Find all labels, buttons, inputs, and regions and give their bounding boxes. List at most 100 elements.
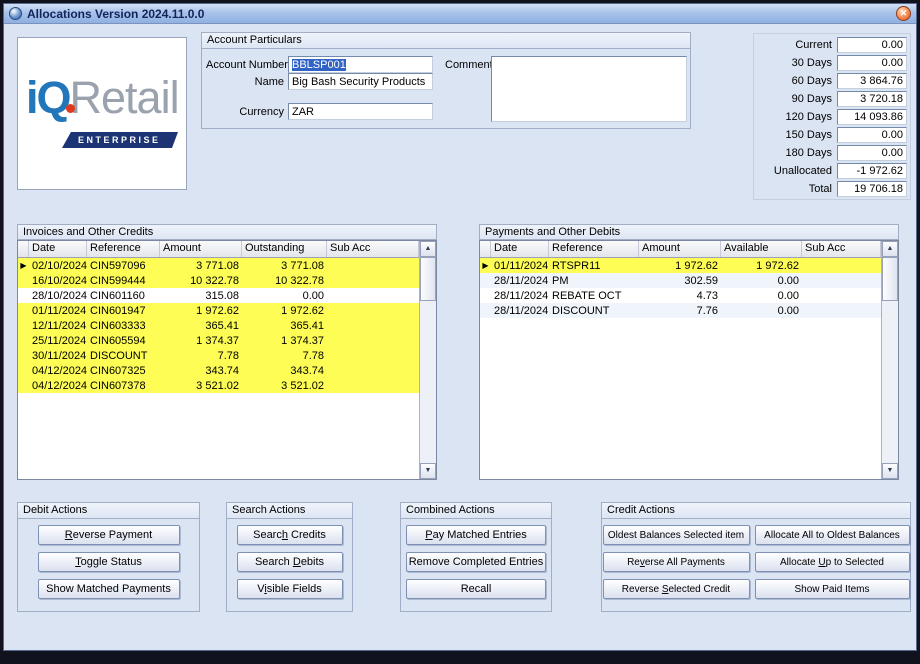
cell-reference: CIN601947 — [90, 304, 146, 317]
reverse-selected-credit-button[interactable]: Reverse Selected Credit — [602, 579, 750, 599]
comments-input[interactable] — [491, 56, 687, 122]
column-header-amount[interactable]: Amount — [160, 241, 242, 257]
cell-reference: CIN607325 — [90, 364, 146, 377]
grid-row-discount[interactable]: 30/11/2024 DISCOUNT 7.78 7.78 — [18, 348, 419, 363]
cell-reference: CIN601160 — [90, 289, 145, 302]
aging-row-30-days: 30 Days 0.00 — [756, 54, 908, 72]
cell-date: 30/11/2024 — [32, 349, 87, 362]
title-bar[interactable]: Allocations Version 2024.11.0.0 ✕ — [4, 4, 916, 24]
aging-value-120-days: 14 093.86 — [837, 109, 907, 125]
cell-outstanding: 3 521.02 — [281, 379, 324, 392]
credits-grid-caption: Invoices and Other Credits — [17, 224, 437, 240]
grid-row-cin603333[interactable]: 12/11/2024 CIN603333 365.41 365.41 — [18, 318, 419, 333]
close-button[interactable]: ✕ — [896, 6, 911, 21]
cell-outstanding: 1 374.37 — [281, 334, 324, 347]
show-matched-payments-button[interactable]: Show Matched Payments — [37, 579, 180, 599]
cell-amount: 1 972.62 — [196, 304, 239, 317]
scroll-up-icon[interactable]: ▲ — [420, 241, 436, 257]
scroll-down-icon[interactable]: ▼ — [882, 463, 898, 479]
column-header-date[interactable]: Date — [491, 241, 549, 257]
group-debit-actions: Debit Actions Reverse Payment Toggle Statu… — [17, 502, 200, 612]
grid-row-discount[interactable]: 28/11/2024 DISCOUNT 7.76 0.00 — [480, 303, 881, 318]
aging-label-30-days: 30 Days — [791, 57, 832, 69]
grid-row-cin597096[interactable]: ▶ 02/10/2024 CIN597096 3 771.08 3 771.08 — [18, 258, 419, 273]
aging-value-90-days: 3 720.18 — [837, 91, 907, 107]
group-caption-debit-actions: Debit Actions — [18, 503, 199, 519]
debits-grid: Date Reference Amount Available Sub Acc ▶ 01/… — [479, 240, 899, 480]
current-row-marker-icon: ▶ — [20, 261, 27, 270]
grid-row-rtspr11[interactable]: ▶ 01/11/2024 RTSPR11 1 972.62 1 972.62 — [480, 258, 881, 273]
cell-amount: 10 322.78 — [190, 274, 239, 287]
cell-amount: 315.08 — [205, 289, 239, 302]
cell-amount: 343.74 — [205, 364, 239, 377]
grid-row-pm[interactable]: 28/11/2024 PM 302.59 0.00 — [480, 273, 881, 288]
aging-value-150-days: 0.00 — [837, 127, 907, 143]
aging-value-current: 0.00 — [837, 37, 907, 53]
cell-amount: 1 972.62 — [675, 259, 718, 272]
cell-date: 01/11/2024 — [494, 259, 549, 272]
debits-scrollbar[interactable]: ▲ ▼ — [881, 241, 898, 479]
account-number-value: BBLSP001 — [292, 59, 346, 71]
search-debits-button[interactable]: Search Debits — [236, 552, 343, 572]
search-credits-button[interactable]: Search Credits — [236, 525, 343, 545]
cell-date: 28/10/2024 — [32, 289, 87, 302]
grid-row-cin607378[interactable]: 04/12/2024 CIN607378 3 521.02 3 521.02 — [18, 378, 419, 393]
aging-label-unallocated: Unallocated — [773, 165, 832, 177]
column-header-amount[interactable]: Amount — [639, 241, 721, 257]
allocate-all-to-oldest-balances-button[interactable]: Allocate All to Oldest Balances — [754, 525, 910, 545]
column-header-available[interactable]: Available — [721, 241, 802, 257]
oldest-balances-selected-item-button[interactable]: Oldest Balances Selected item — [602, 525, 750, 545]
reverse-payment-button[interactable]: Reverse Payment — [37, 525, 180, 545]
allocations-window: Allocations Version 2024.11.0.0 ✕ iQReta… — [3, 3, 917, 651]
column-header-outstanding[interactable]: Outstanding — [242, 241, 327, 257]
screen: Allocations Version 2024.11.0.0 ✕ iQReta… — [0, 0, 920, 664]
reverse-all-payments-button[interactable]: Reverse All Payments — [602, 552, 750, 572]
cell-date: 02/10/2024 — [32, 259, 87, 272]
recall-button[interactable]: Recall — [406, 579, 546, 599]
grid-row-rebate-oct[interactable]: 28/11/2024 REBATE OCT 4.73 0.00 — [480, 288, 881, 303]
cell-reference: CIN597096 — [90, 259, 146, 272]
account-number-input[interactable]: BBLSP001 — [288, 56, 433, 73]
grid-row-cin607325[interactable]: 04/12/2024 CIN607325 343.74 343.74 — [18, 363, 419, 378]
grid-row-cin601160[interactable]: 28/10/2024 CIN601160 315.08 0.00 — [18, 288, 419, 303]
column-header-reference[interactable]: Reference — [87, 241, 160, 257]
show-paid-items-button[interactable]: Show Paid Items — [754, 579, 910, 599]
aging-row-90-days: 90 Days 3 720.18 — [756, 90, 908, 108]
cell-amount: 1 374.37 — [196, 334, 239, 347]
scroll-thumb[interactable] — [882, 257, 898, 301]
cell-date: 28/11/2024 — [494, 304, 549, 317]
cell-date: 04/12/2024 — [32, 364, 87, 377]
aging-row-current: Current 0.00 — [756, 36, 908, 54]
cell-date: 12/11/2024 — [32, 319, 87, 332]
pay-matched-entries-button[interactable]: Pay Matched Entries — [406, 525, 546, 545]
allocate-up-to-selected-button[interactable]: Allocate Up to Selected — [754, 552, 910, 572]
grid-row-cin599444[interactable]: 16/10/2024 CIN599444 10 322.78 10 322.78 — [18, 273, 419, 288]
currency-input[interactable]: ZAR — [288, 103, 433, 120]
cell-reference: RTSPR11 — [552, 259, 601, 272]
debits-grid-body: ▶ 01/11/2024 RTSPR11 1 972.62 1 972.62 28/11/… — [480, 258, 881, 479]
credits-scrollbar[interactable]: ▲ ▼ — [419, 241, 436, 479]
cell-date: 16/10/2024 — [32, 274, 87, 287]
cell-outstanding: 343.74 — [290, 364, 324, 377]
cell-amount: 7.76 — [696, 304, 718, 317]
account-name-input[interactable]: Big Bash Security Products — [288, 73, 433, 90]
column-header-date[interactable]: Date — [29, 241, 87, 257]
aging-label-90-days: 90 Days — [791, 93, 832, 105]
scroll-up-icon[interactable]: ▲ — [882, 241, 898, 257]
account-particulars-group: Account Particulars Account Number BBLSP… — [201, 32, 691, 129]
grid-corner — [480, 241, 491, 257]
cell-available: 0.00 — [777, 289, 799, 302]
scroll-thumb[interactable] — [420, 257, 436, 301]
toggle-status-button[interactable]: Toggle Status — [37, 552, 180, 572]
visible-fields-button[interactable]: Visible Fields — [236, 579, 343, 599]
scroll-down-icon[interactable]: ▼ — [420, 463, 436, 479]
cell-available: 1 972.62 — [756, 259, 799, 272]
window-title: Allocations Version 2024.11.0.0 — [27, 6, 205, 21]
grid-row-cin601947[interactable]: 01/11/2024 CIN601947 1 972.62 1 972.62 — [18, 303, 419, 318]
column-header-sub-acc[interactable]: Sub Acc — [802, 241, 881, 257]
grid-row-cin605594[interactable]: 25/11/2024 CIN605594 1 374.37 1 374.37 — [18, 333, 419, 348]
remove-completed-entries-button[interactable]: Remove Completed Entries — [406, 552, 546, 572]
account-particulars-caption: Account Particulars — [202, 33, 690, 49]
column-header-reference[interactable]: Reference — [549, 241, 639, 257]
column-header-sub-acc[interactable]: Sub Acc — [327, 241, 419, 257]
